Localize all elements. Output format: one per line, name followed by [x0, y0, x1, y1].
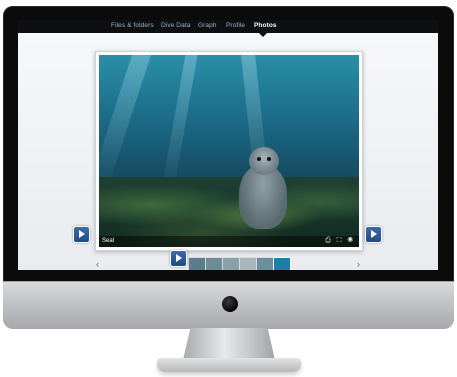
seal-eye	[257, 157, 261, 161]
nav-photos[interactable]: Photos	[254, 22, 277, 29]
play-icon	[79, 230, 85, 238]
seal-photo[interactable]: Seal ⎙ ⛶ ◉	[99, 55, 359, 247]
nav-dive-data[interactable]: Dive Data	[161, 22, 190, 29]
light-ray	[161, 55, 201, 194]
monitor-stand	[183, 328, 275, 360]
next-photo-button[interactable]	[365, 226, 382, 243]
monitor-stand-base	[157, 358, 301, 372]
play-icon	[176, 254, 182, 262]
thumbnail[interactable]	[273, 257, 291, 270]
active-tab-indicator	[259, 33, 267, 37]
thumbnail[interactable]	[239, 257, 257, 270]
thumbs-left-chevron-icon[interactable]: ‹	[96, 259, 99, 269]
thumbnail[interactable]	[256, 257, 274, 270]
previous-photo-button[interactable]	[73, 226, 90, 243]
thumbnail[interactable]	[188, 257, 206, 270]
seal-head	[249, 147, 279, 175]
nav-graph[interactable]: Graph	[198, 22, 217, 29]
photo-caption: Seal	[102, 238, 115, 244]
caption-bar: Seal ⎙ ⛶ ◉	[99, 236, 359, 247]
thumbs-right-chevron-icon[interactable]: ›	[357, 259, 360, 269]
apple-logo-icon	[222, 296, 238, 312]
top-nav: Files & folders Dive Data Graph Profile …	[18, 20, 438, 33]
photo-viewer: Seal ⎙ ⛶ ◉	[95, 51, 363, 251]
thumbnail[interactable]	[205, 257, 223, 270]
play-icon	[371, 230, 377, 238]
seal-eye	[267, 157, 271, 161]
nav-files-folders[interactable]: Files & folders	[111, 22, 154, 29]
app-screen: Files & folders Dive Data Graph Profile …	[18, 20, 438, 270]
light-ray	[99, 55, 157, 190]
slideshow-play-button[interactable]	[170, 250, 187, 267]
thumbnail[interactable]	[222, 257, 240, 270]
photo-tools[interactable]: ⎙ ⛶ ◉	[325, 237, 355, 245]
nav-profile[interactable]: Profile	[226, 22, 245, 29]
